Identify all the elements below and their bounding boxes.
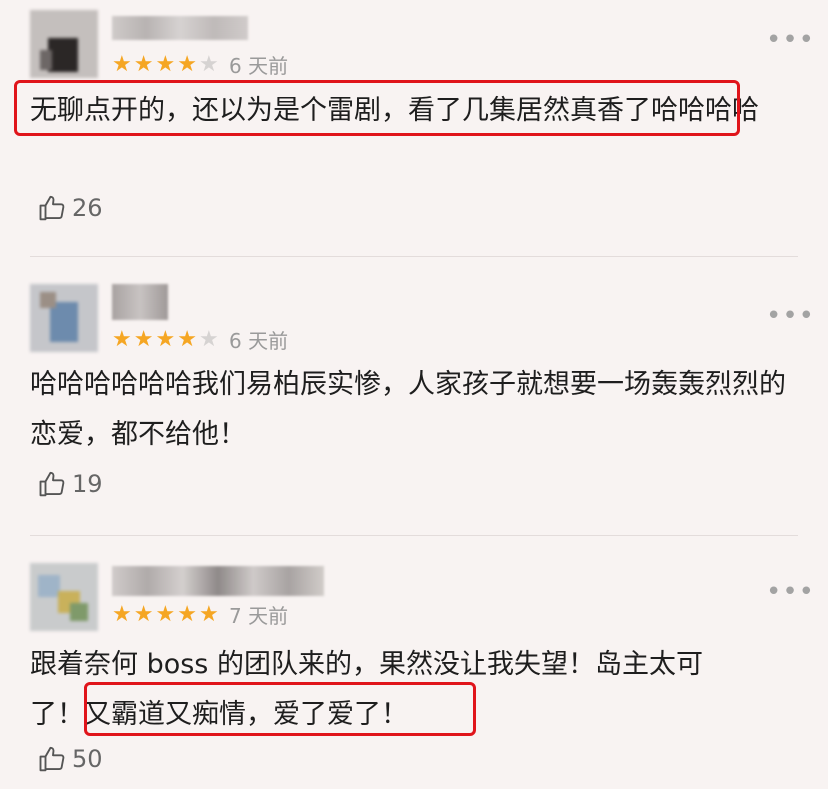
thumbs-up-icon	[39, 471, 65, 497]
star-icon: ★	[177, 52, 197, 77]
star-icon: ★	[198, 327, 219, 352]
rating-stars: ★ ★ ★ ★ ★	[112, 603, 219, 627]
like-count: 26	[72, 194, 103, 222]
divider	[30, 535, 798, 536]
more-options-icon[interactable]: •••	[766, 27, 815, 53]
comment-time: 6 天前	[229, 329, 289, 353]
highlight-box	[84, 682, 476, 736]
star-icon: ★	[155, 327, 176, 352]
like-button[interactable]: 26	[38, 193, 103, 223]
star-icon: ★	[155, 602, 176, 627]
comment-text-fragment: 了！	[30, 699, 84, 730]
like-count: 19	[72, 470, 103, 498]
star-icon: ★	[112, 602, 132, 627]
avatar[interactable]	[30, 563, 98, 631]
star-icon: ★	[177, 327, 197, 352]
more-options-icon[interactable]: •••	[766, 303, 815, 329]
star-icon: ★	[133, 602, 154, 627]
star-icon: ★	[112, 327, 132, 352]
thumbs-up-icon	[39, 195, 65, 221]
username-blurred[interactable]	[112, 566, 324, 596]
rating-stars: ★ ★ ★ ★ ★	[112, 328, 219, 352]
rating-stars: ★ ★ ★ ★ ★	[112, 53, 219, 77]
like-button[interactable]: 50	[38, 744, 103, 774]
comment-text: 哈哈哈哈哈哈我们易柏辰实惨，人家孩子就想要一场轰轰烈烈的恋爱，都不给他！	[30, 369, 786, 450]
username-blurred[interactable]	[112, 284, 168, 320]
star-icon: ★	[177, 602, 197, 627]
star-icon: ★	[198, 602, 219, 627]
username-blurred[interactable]	[112, 16, 248, 42]
star-icon: ★	[155, 52, 176, 77]
star-icon: ★	[112, 52, 132, 77]
highlight-box	[14, 80, 740, 136]
comment-time: 6 天前	[229, 54, 289, 78]
more-options-icon[interactable]: •••	[766, 579, 815, 605]
star-icon: ★	[133, 327, 154, 352]
like-button[interactable]: 19	[38, 469, 103, 499]
star-icon: ★	[133, 52, 154, 77]
star-icon: ★	[198, 52, 219, 77]
like-count: 50	[72, 745, 103, 773]
avatar[interactable]	[30, 284, 98, 352]
comment-time: 7 天前	[229, 604, 289, 628]
avatar[interactable]	[30, 10, 98, 78]
divider	[30, 256, 798, 257]
thumbs-up-icon	[39, 746, 65, 772]
